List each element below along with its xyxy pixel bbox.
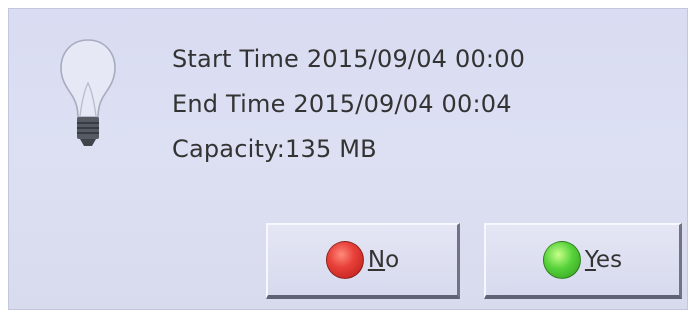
no-button[interactable]: No (266, 223, 460, 299)
info-block: Start Time 2015/09/04 00:00 End Time 201… (172, 37, 525, 172)
no-button-label: No (367, 247, 400, 273)
red-circle-icon (325, 241, 364, 279)
capacity-text: Capacity:135 MB (172, 135, 377, 163)
button-bar: No Yes (9, 223, 687, 311)
recording-info-dialog: Start Time 2015/09/04 00:00 End Time 201… (8, 8, 688, 310)
lightbulb-icon (60, 39, 116, 146)
yes-button-label: Yes (584, 247, 623, 273)
yes-button[interactable]: Yes (484, 223, 682, 299)
green-circle-icon (542, 241, 581, 279)
start-time-text: Start Time 2015/09/04 00:00 (172, 45, 526, 73)
end-time-text: End Time 2015/09/04 00:04 (172, 90, 512, 118)
